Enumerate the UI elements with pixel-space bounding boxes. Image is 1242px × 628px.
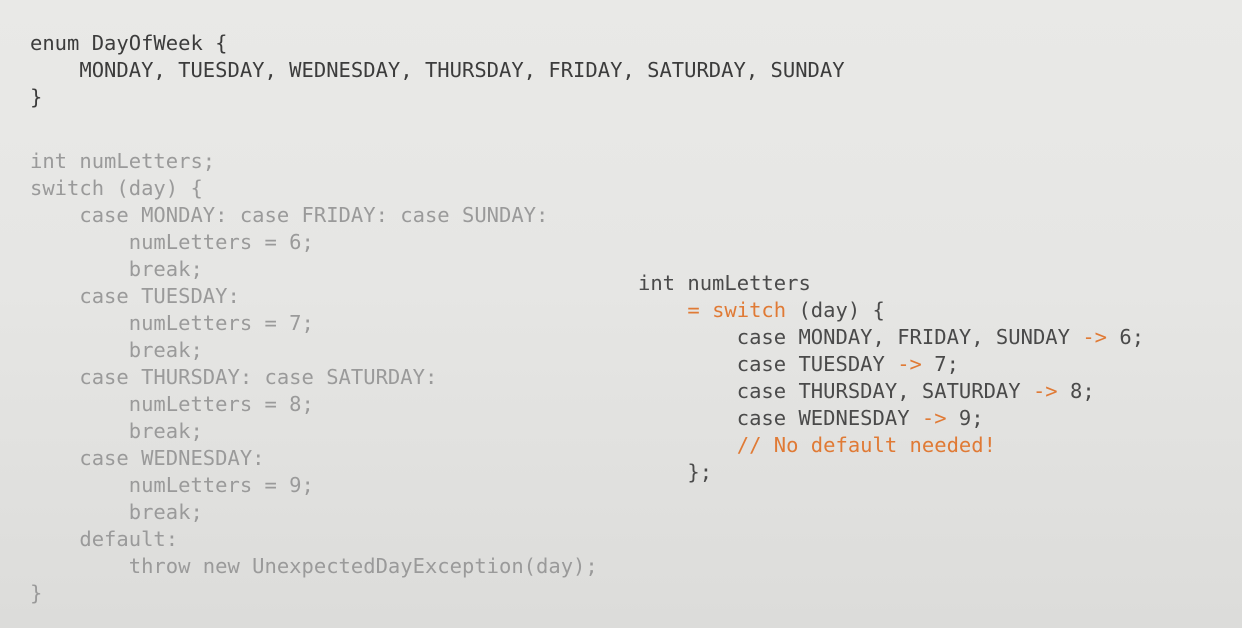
code-line: int numLetters xyxy=(638,270,811,297)
switch-keyword: switch xyxy=(712,298,787,322)
code-line: case TUESDAY: xyxy=(30,284,240,308)
case-label: case WEDNESDAY xyxy=(736,406,922,430)
code-text: int numLetters xyxy=(638,271,811,295)
code-line: default: xyxy=(30,527,179,551)
code-slide: enum DayOfWeek { MONDAY, TUESDAY, WEDNES… xyxy=(0,0,1242,628)
code-line: case WEDNESDAY: xyxy=(30,446,265,470)
arrow-operator: -> xyxy=(921,406,947,430)
code-text: (day) { xyxy=(786,298,885,322)
code-line: break; xyxy=(30,500,203,524)
code-line: enum DayOfWeek { xyxy=(30,31,228,55)
arrow-operator: -> xyxy=(897,352,922,376)
code-line: switch (day) { xyxy=(30,176,203,200)
case-label: case MONDAY, FRIDAY, SUNDAY xyxy=(736,325,1083,349)
code-line: numLetters = 9; xyxy=(30,473,314,497)
arrow-operator: -> xyxy=(1032,379,1058,403)
code-line: } xyxy=(30,581,43,605)
code-line: case TUESDAY -> 7; xyxy=(638,351,959,378)
case-label: case THURSDAY, SATURDAY xyxy=(736,379,1033,403)
code-line: break; xyxy=(30,419,203,443)
code-line: case WEDNESDAY -> 9; xyxy=(638,405,984,432)
code-line: case THURSDAY: case SATURDAY: xyxy=(30,365,438,389)
code-line: MONDAY, TUESDAY, WEDNESDAY, THURSDAY, FR… xyxy=(30,58,845,82)
code-line: case THURSDAY, SATURDAY -> 8; xyxy=(638,378,1095,405)
code-line: throw new UnexpectedDayException(day); xyxy=(30,554,598,578)
code-line: = switch (day) { xyxy=(638,297,885,324)
code-line: break; xyxy=(30,257,203,281)
code-line: case MONDAY: case FRIDAY: case SUNDAY: xyxy=(30,203,549,227)
code-line: break; xyxy=(30,338,203,362)
code-line: }; xyxy=(638,459,712,486)
case-value: 8; xyxy=(1057,379,1095,403)
case-value: 9; xyxy=(946,406,984,430)
assign-operator: = xyxy=(687,298,713,322)
code-line: case MONDAY, FRIDAY, SUNDAY -> 6; xyxy=(638,324,1144,351)
code-line: // No default needed! xyxy=(638,432,996,459)
code-line: numLetters = 6; xyxy=(30,230,314,254)
case-value: 7; xyxy=(921,352,959,376)
code-line: numLetters = 7; xyxy=(30,311,314,335)
case-label: case TUESDAY xyxy=(736,352,898,376)
code-comment: // No default needed! xyxy=(736,433,996,457)
code-line: numLetters = 8; xyxy=(30,392,314,416)
code-line: } xyxy=(30,85,43,109)
case-value: 6; xyxy=(1107,325,1145,349)
arrow-operator: -> xyxy=(1082,325,1108,349)
code-line: int numLetters; xyxy=(30,149,216,173)
code-text: }; xyxy=(687,460,713,484)
